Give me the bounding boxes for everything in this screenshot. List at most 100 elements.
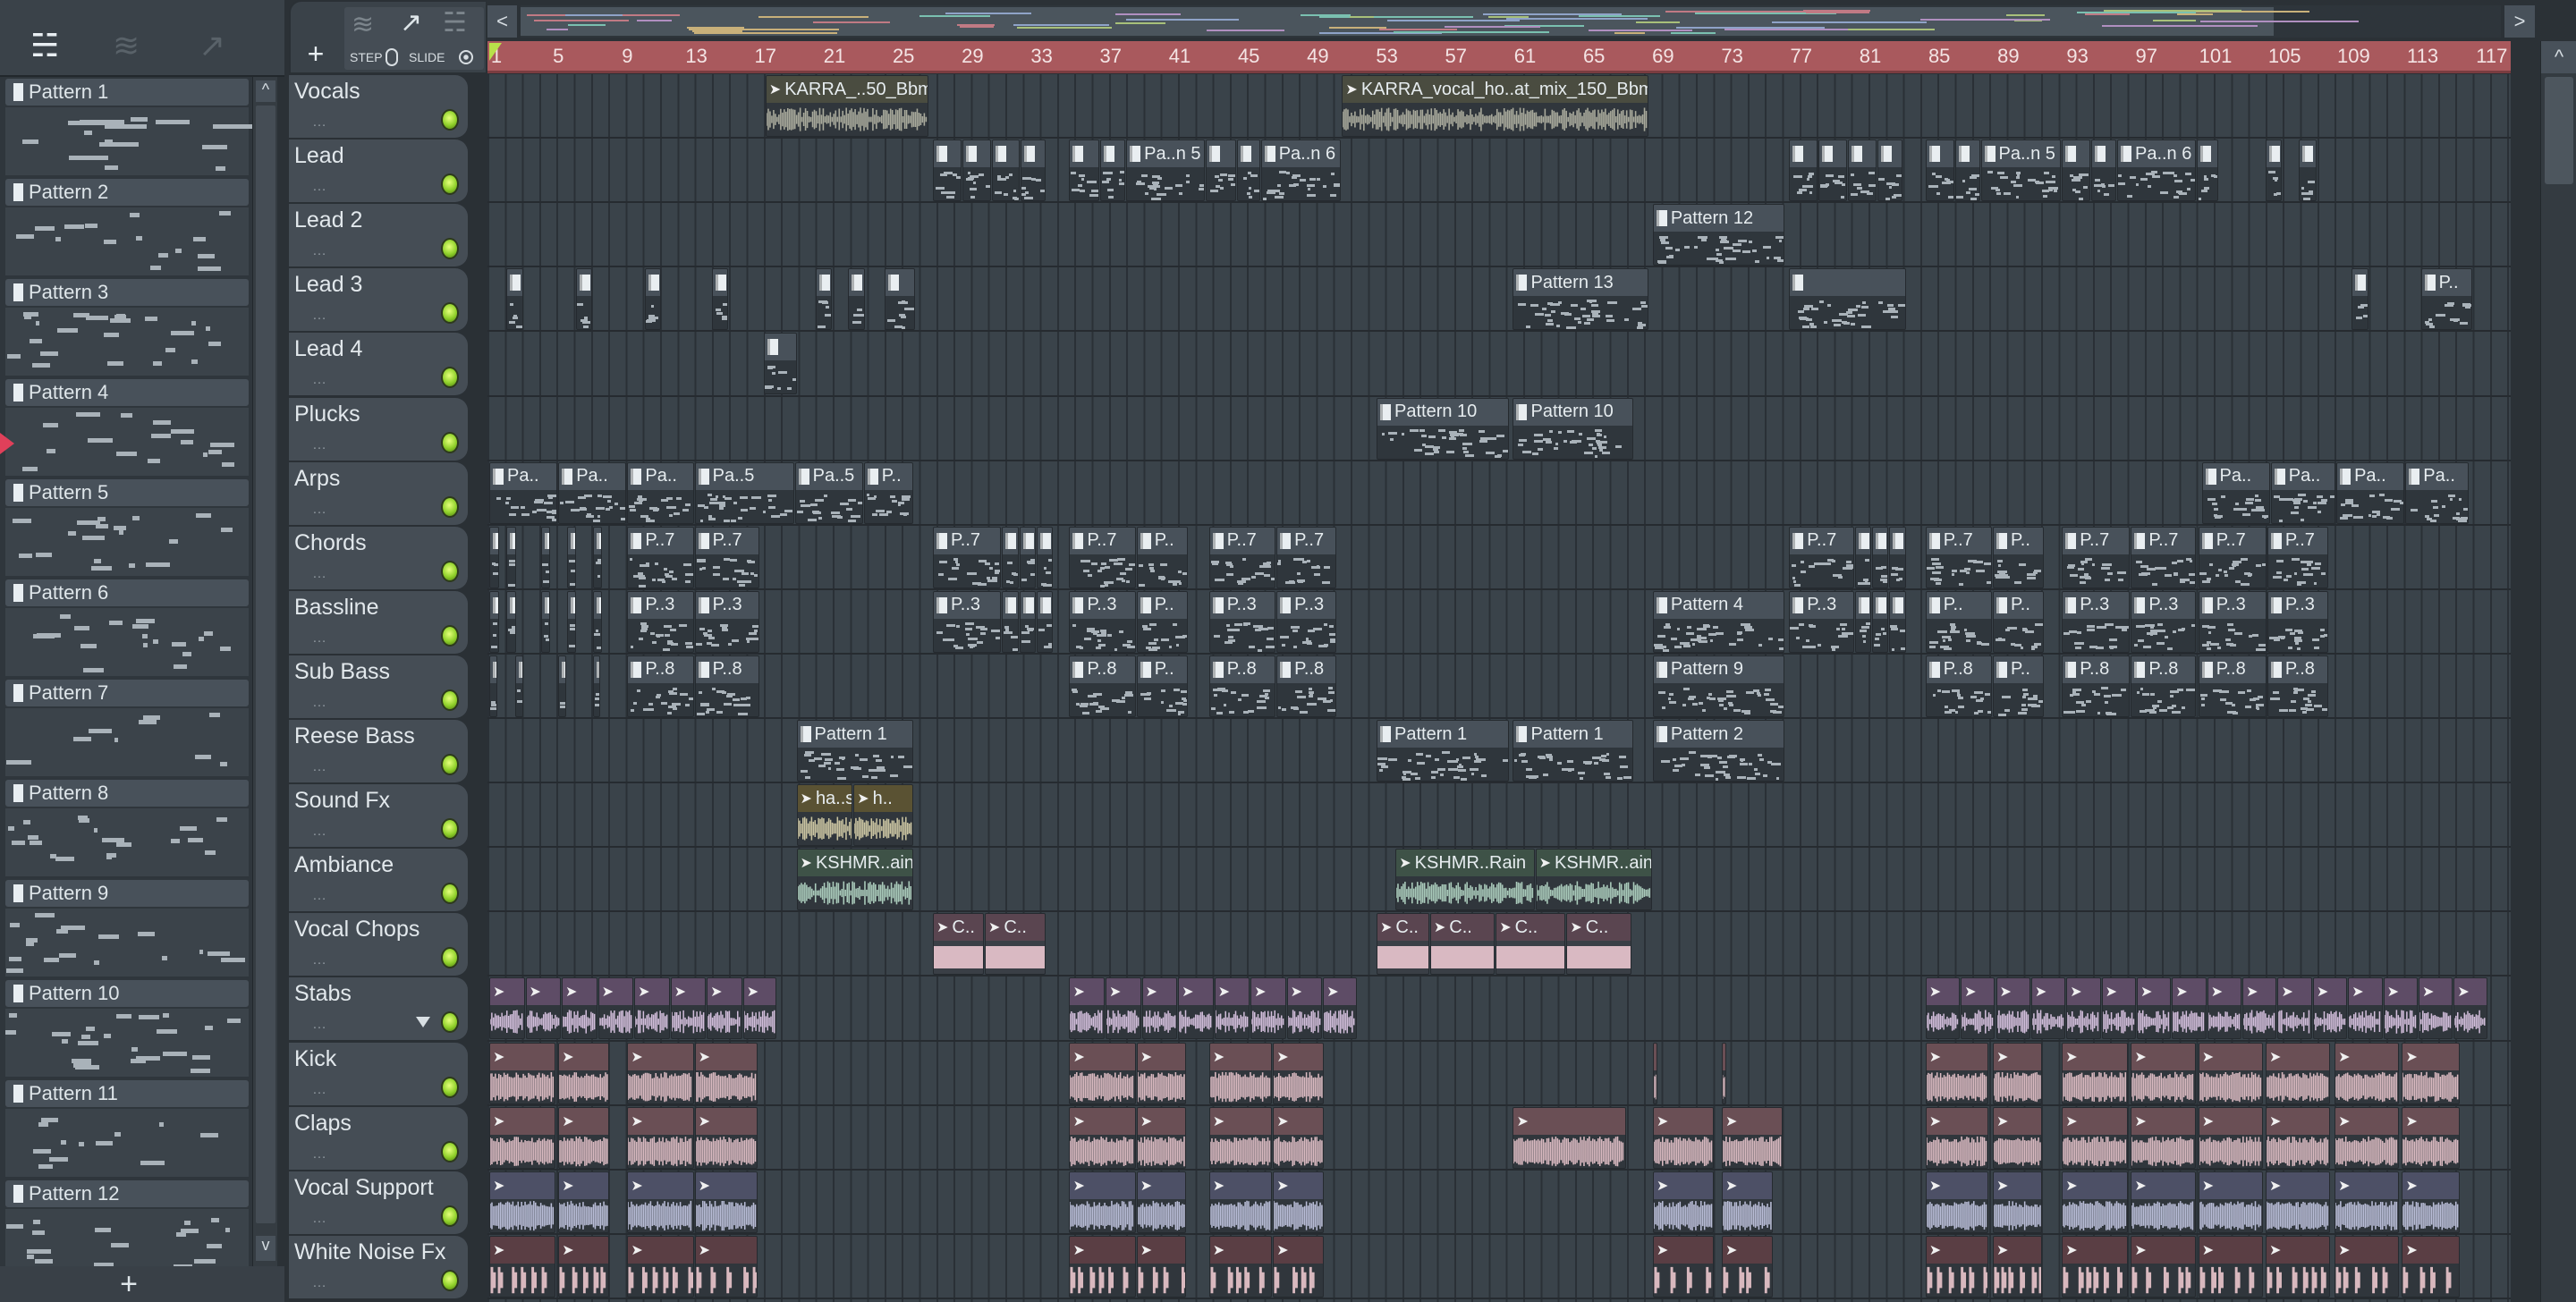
track-mute-led[interactable] xyxy=(441,109,459,131)
audio-clip[interactable]: ➤ xyxy=(694,1106,758,1169)
audio-clip[interactable]: ➤ xyxy=(2242,977,2277,1040)
pattern-item[interactable]: Pattern 12 xyxy=(5,1180,249,1266)
track-menu-icon[interactable]: … xyxy=(312,243,326,259)
track-header[interactable]: Lead 2… xyxy=(289,204,468,267)
audio-clip[interactable]: ➤ xyxy=(1993,1235,2042,1298)
pattern-clip[interactable]: P..7 xyxy=(2131,526,2196,588)
audio-clip-icon[interactable]: ≋ xyxy=(352,9,374,40)
vertical-scrollbar[interactable]: ^ xyxy=(2540,41,2576,1302)
audio-clip[interactable]: ➤ xyxy=(2172,977,2207,1040)
pattern-clip[interactable] xyxy=(2351,268,2368,331)
track-mute-led[interactable] xyxy=(441,302,459,325)
pattern-clip[interactable] xyxy=(1002,590,1019,653)
track-mute-led[interactable] xyxy=(441,367,459,389)
pattern-clip[interactable] xyxy=(1036,590,1054,653)
pattern-clip[interactable] xyxy=(763,333,798,395)
pattern-clip[interactable] xyxy=(592,526,603,588)
audio-clip[interactable]: ➤ xyxy=(525,977,562,1040)
track-menu-icon[interactable]: … xyxy=(312,888,326,904)
pattern-clip[interactable] xyxy=(1818,140,1847,202)
playhead-marker[interactable] xyxy=(489,43,502,61)
track-mute-led[interactable] xyxy=(441,1011,459,1034)
track-menu-icon[interactable]: … xyxy=(312,114,326,131)
audio-clip[interactable]: ➤ C.. xyxy=(1429,913,1496,976)
track-mute-led[interactable] xyxy=(441,431,459,453)
audio-clip[interactable]: ➤ xyxy=(2418,977,2453,1040)
track-header[interactable]: Ambiance… xyxy=(289,849,468,912)
pattern-clip[interactable] xyxy=(644,268,661,331)
pattern-header[interactable]: Pattern 3 xyxy=(5,279,249,306)
pattern-clip[interactable]: Pattern 1 xyxy=(1513,720,1633,782)
track-mute-led[interactable] xyxy=(441,560,459,582)
audio-clip[interactable]: ➤ xyxy=(2030,977,2066,1040)
audio-clip[interactable]: ➤ xyxy=(627,1235,694,1298)
pattern-clip[interactable] xyxy=(2196,140,2218,202)
pattern-clip[interactable] xyxy=(1925,140,1954,202)
audio-clip[interactable]: ➤ xyxy=(2131,1171,2196,1233)
pattern-header[interactable]: Pattern 9 xyxy=(5,880,249,907)
track-menu-icon[interactable]: … xyxy=(312,695,326,711)
pattern-clip[interactable]: Pattern 1 xyxy=(796,720,913,782)
pattern-clip[interactable]: P..7 xyxy=(1276,526,1336,588)
audio-clip[interactable]: ➤ xyxy=(1250,977,1286,1040)
dropdown-arrow-icon[interactable] xyxy=(416,1017,430,1028)
audio-clip[interactable]: ➤ xyxy=(1925,977,1961,1040)
add-track-button[interactable]: + xyxy=(298,38,334,70)
pattern-clip[interactable] xyxy=(506,590,516,653)
audio-clip[interactable]: ➤ xyxy=(1273,1042,1325,1104)
pattern-clip[interactable] xyxy=(1019,590,1036,653)
track-mute-led[interactable] xyxy=(441,1076,459,1098)
pattern-clip[interactable]: P..8 xyxy=(1208,655,1276,717)
pattern-item[interactable]: Pattern 7 xyxy=(5,680,249,776)
pattern-clip[interactable] xyxy=(1002,526,1019,588)
audio-clip[interactable]: ➤ xyxy=(1993,1106,2042,1169)
pattern-clip[interactable]: P..8 xyxy=(1069,655,1136,717)
pattern-header[interactable]: Pattern 2 xyxy=(5,179,249,206)
audio-clip[interactable]: ➤ xyxy=(2062,1106,2129,1169)
audio-clip[interactable]: ➤ xyxy=(1208,1042,1273,1104)
scroll-right-button[interactable]: > xyxy=(2504,5,2535,38)
audio-clip[interactable]: ➤ xyxy=(2334,1042,2400,1104)
pattern-clip[interactable]: P..7 xyxy=(694,526,759,588)
pattern-clip[interactable] xyxy=(489,526,499,588)
track-menu-icon[interactable]: … xyxy=(312,824,326,840)
pattern-clip[interactable]: P..3 xyxy=(2062,590,2131,653)
pattern-clip[interactable]: Pattern 10 xyxy=(1513,397,1633,460)
automation-icon[interactable]: ↗ xyxy=(199,27,225,64)
pattern-clip[interactable] xyxy=(884,268,915,331)
pattern-clip[interactable] xyxy=(506,526,516,588)
pattern-clip[interactable]: P..8 xyxy=(627,655,694,717)
pattern-clip[interactable] xyxy=(962,140,991,202)
track-header[interactable]: Lead… xyxy=(289,140,468,203)
track-menu-icon[interactable]: … xyxy=(312,437,326,453)
audio-clip[interactable]: ➤ xyxy=(558,1106,610,1169)
pattern-clip[interactable]: Pa..n 5 xyxy=(1980,140,2062,202)
track-header[interactable]: Lead 3… xyxy=(289,268,468,332)
track-mute-led[interactable] xyxy=(441,818,459,841)
pattern-clip[interactable]: P..7 xyxy=(1208,526,1276,588)
audio-clip[interactable]: ➤ xyxy=(1513,1106,1626,1169)
pattern-clip[interactable]: P..3 xyxy=(694,590,759,653)
pattern-clip[interactable] xyxy=(815,268,833,331)
pattern-clip[interactable] xyxy=(1789,140,1818,202)
pattern-clip[interactable] xyxy=(991,140,1021,202)
step-toggle[interactable] xyxy=(386,48,398,66)
audio-clip[interactable]: ➤ xyxy=(2334,1106,2400,1169)
audio-clip[interactable]: ➤ xyxy=(2062,1235,2129,1298)
pattern-clip[interactable] xyxy=(1877,140,1902,202)
audio-clip[interactable]: ➤ C.. xyxy=(1496,913,1566,976)
audio-clip[interactable]: ➤ xyxy=(2453,977,2487,1040)
pattern-clip[interactable]: Pattern 10 xyxy=(1377,397,1509,460)
track-header[interactable]: Reese Bass… xyxy=(289,720,468,782)
pattern-clip[interactable] xyxy=(1205,140,1236,202)
audio-clip[interactable]: ➤ xyxy=(1722,1171,1773,1233)
pattern-clip[interactable]: Pa.. xyxy=(489,461,558,524)
pattern-list-scrollbar[interactable]: ^ v xyxy=(252,77,277,1266)
pattern-clip[interactable] xyxy=(848,268,865,331)
audio-clip[interactable]: ➤ xyxy=(2402,1042,2461,1104)
audio-clip[interactable]: ➤ xyxy=(2136,977,2172,1040)
track-mute-led[interactable] xyxy=(441,1269,459,1291)
pattern-header[interactable]: Pattern 11 xyxy=(5,1080,249,1107)
pattern-clip[interactable]: P..8 xyxy=(694,655,759,717)
pattern-clip[interactable] xyxy=(1889,590,1906,653)
